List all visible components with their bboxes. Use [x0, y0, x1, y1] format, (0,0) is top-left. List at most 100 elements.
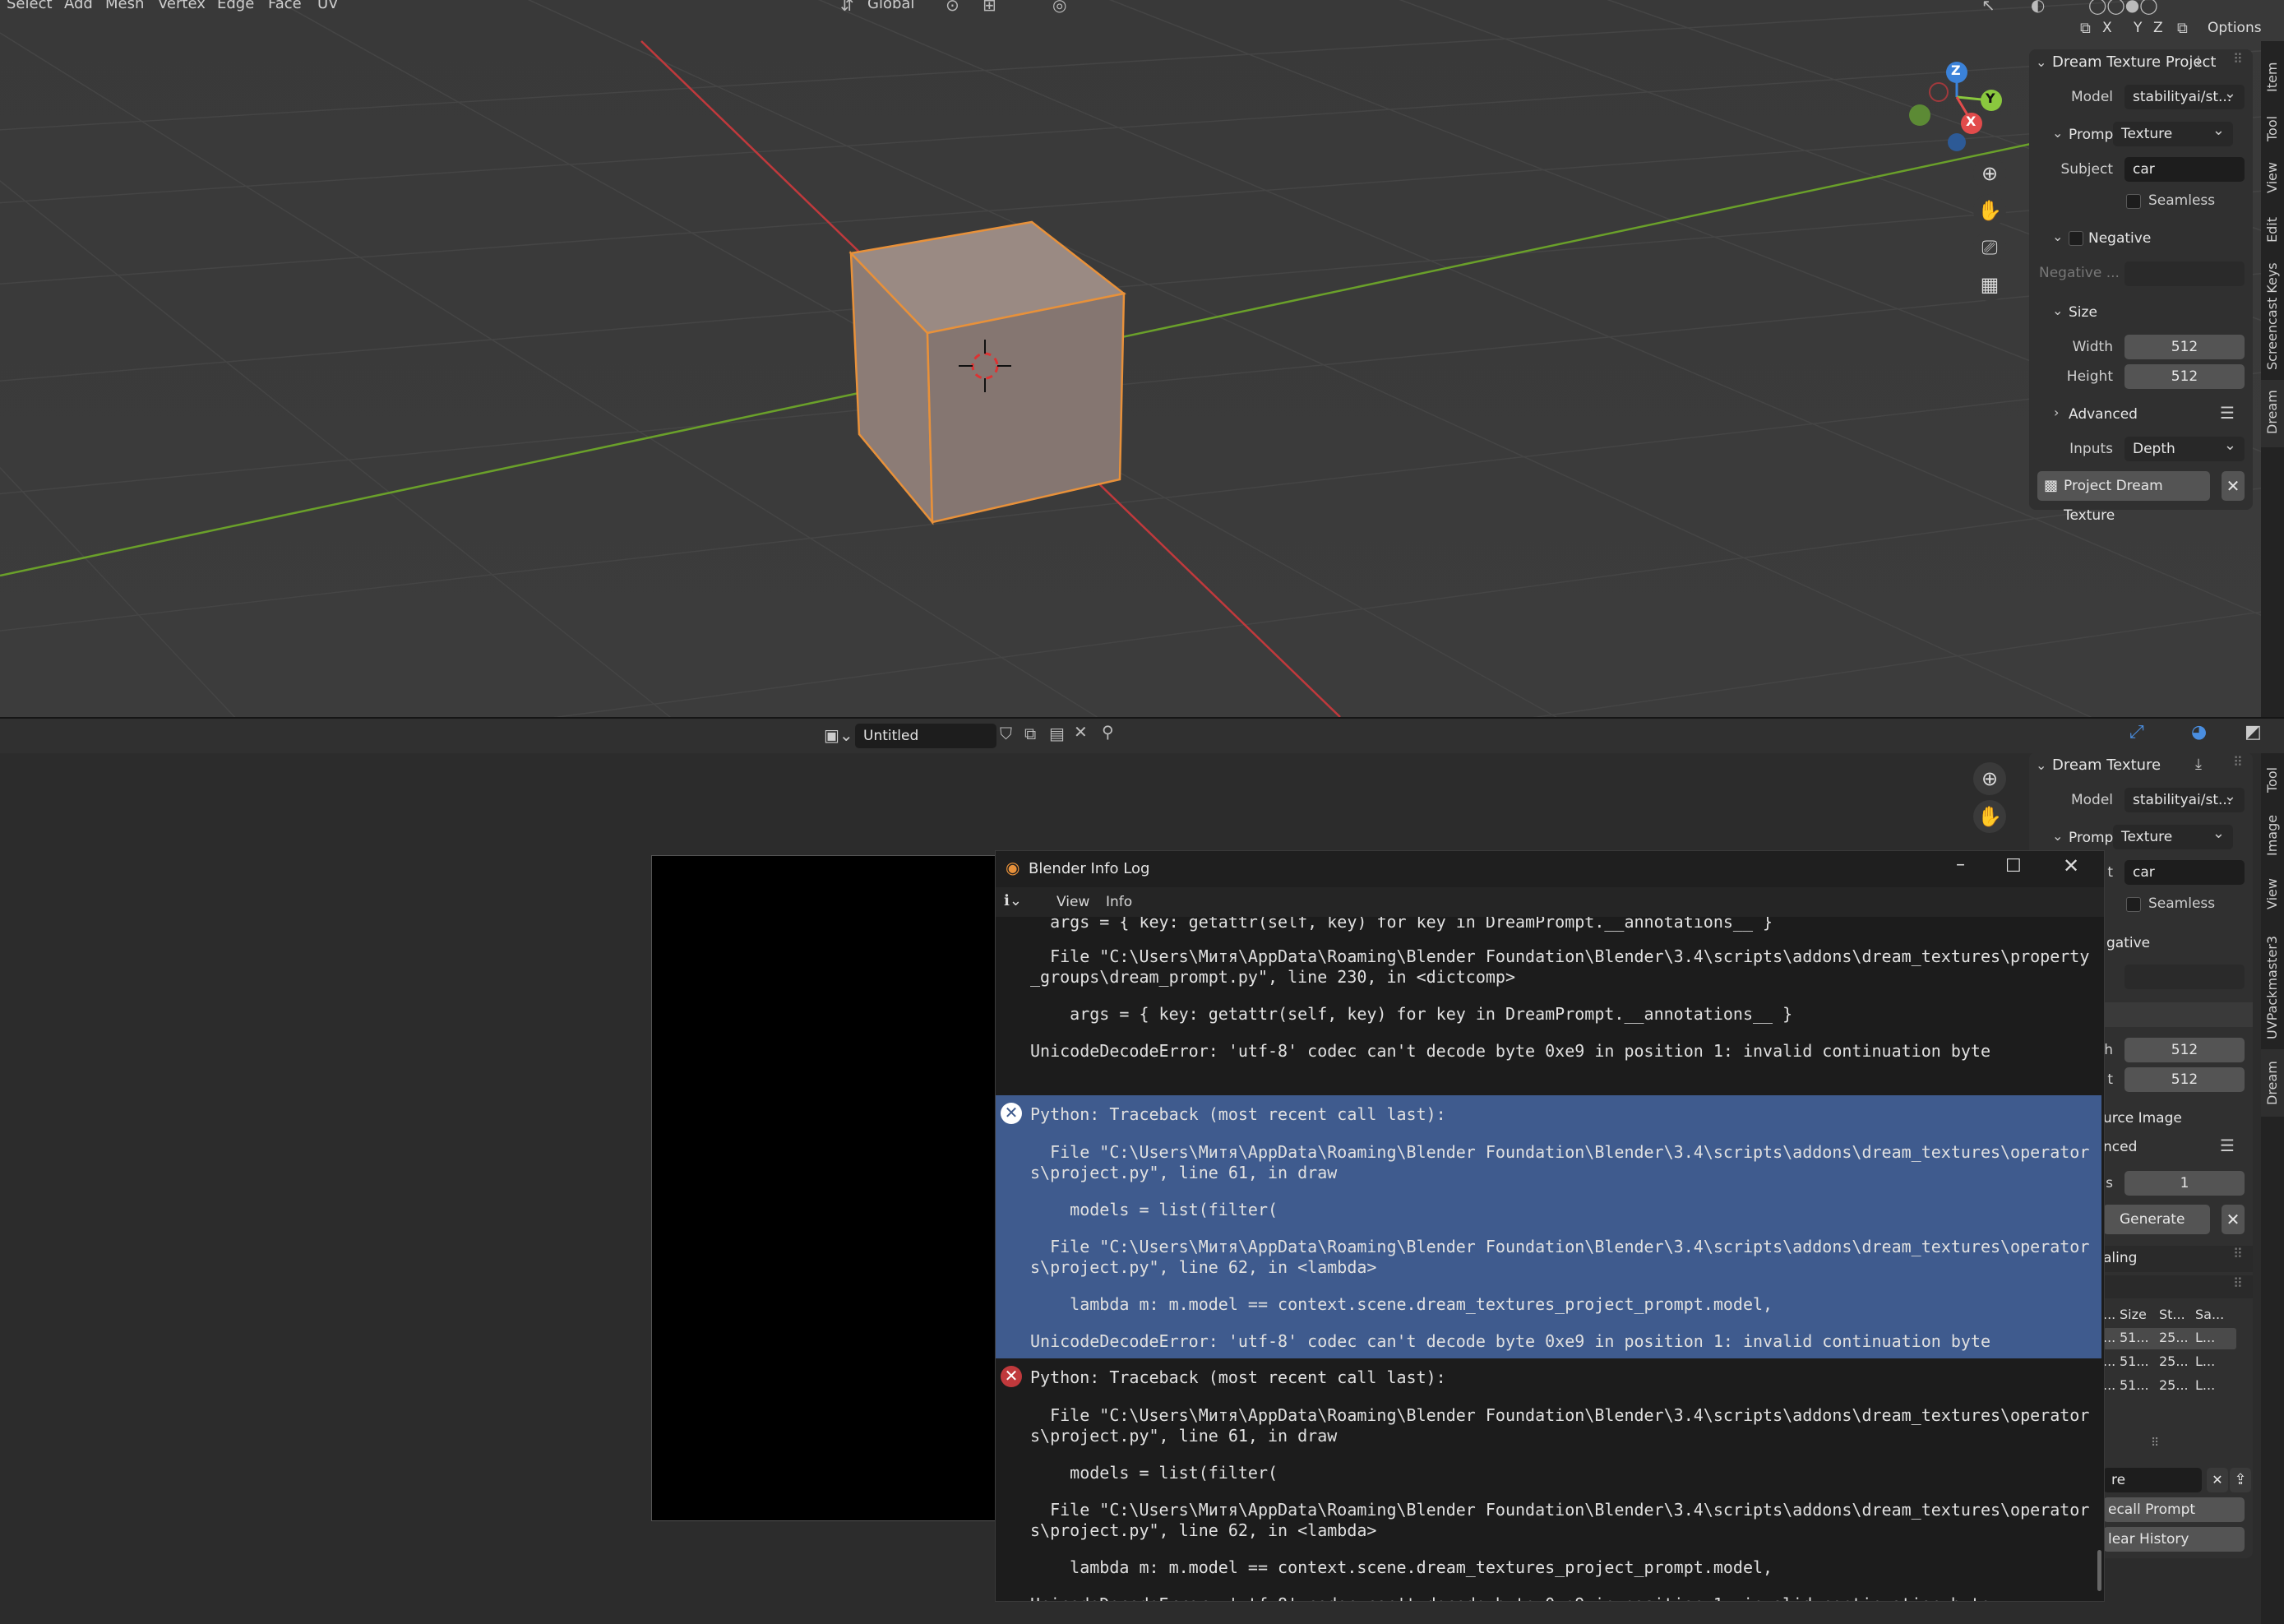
snapping-icon[interactable]: ⧉: [2177, 20, 2188, 37]
ie-collapse-chevron-icon[interactable]: ⌄: [2036, 757, 2046, 773]
axis-y-toggle[interactable]: Y: [2134, 20, 2142, 36]
ie-preset-download-icon[interactable]: ⤓: [2195, 756, 2202, 773]
maximize-icon[interactable]: ☐: [2005, 856, 2022, 877]
table-row[interactable]: ... 51... 25... L...: [2103, 1376, 2236, 1397]
minimize-icon[interactable]: –: [1956, 854, 1965, 875]
menu-add[interactable]: Add: [64, 0, 93, 12]
editor-type-icon[interactable]: ℹ⌄: [1004, 892, 1022, 909]
seamless-checkbox[interactable]: [2126, 194, 2141, 209]
shading-icons[interactable]: ◯◯●◯: [2088, 0, 2158, 15]
3d-viewport[interactable]: Z Y X Select Add Mesh Vertex Edge Face U…: [0, 0, 2284, 717]
ie-seamless-checkbox[interactable]: [2126, 897, 2141, 912]
cancel-generate-button[interactable]: ✕: [2222, 1205, 2245, 1234]
negative-prompt-input[interactable]: [2124, 261, 2245, 286]
ie-zoom-icon[interactable]: ⊕: [1973, 762, 2006, 795]
tab-uvpackmaster3[interactable]: UVPackmaster3: [2264, 936, 2280, 1039]
negative-chevron-icon[interactable]: ⌄: [2052, 229, 2063, 244]
menu-select[interactable]: Select: [7, 0, 53, 12]
image-browse-icon[interactable]: ▣⌄: [824, 725, 853, 745]
unlink-image-icon[interactable]: ✕: [1074, 722, 1088, 742]
tab-item[interactable]: Item: [2264, 62, 2280, 92]
tab-tool[interactable]: Tool: [2264, 116, 2280, 141]
ie-list-options-icon[interactable]: ☰: [2220, 1136, 2235, 1155]
ie-subject-input[interactable]: car: [2124, 860, 2245, 885]
ie-panel-title[interactable]: Dream Texture: [2052, 756, 2161, 774]
overlay-toggle-icon[interactable]: ◕: [2191, 722, 2207, 743]
ie-model-dropdown[interactable]: stabilityai/st...: [2124, 788, 2245, 812]
drag-handle-icon[interactable]: ⠿: [2233, 51, 2243, 67]
proportional-icon[interactable]: ◎: [1052, 0, 1066, 15]
ie-source-image-label[interactable]: urce Image: [2103, 1110, 2182, 1127]
image-name-field[interactable]: Untitled: [855, 724, 996, 748]
close-icon[interactable]: ✕: [2063, 854, 2079, 877]
ie-history-drag-icon[interactable]: ⠿: [2233, 1275, 2243, 1291]
recall-prompt-button[interactable]: ecall Prompt: [2103, 1497, 2245, 1522]
table-row[interactable]: ... 51... 25... L...: [2103, 1352, 2236, 1373]
ie-upscaling-drag-icon[interactable]: ⠿: [2233, 1246, 2243, 1261]
fake-user-shield-icon[interactable]: ⛉: [1000, 724, 1012, 743]
new-image-icon[interactable]: ⧉: [1024, 724, 1036, 743]
overlay-icon[interactable]: ◐: [2031, 0, 2045, 15]
ie-prompt-chevron-icon[interactable]: ⌄: [2052, 828, 2063, 844]
size-chevron-icon[interactable]: ⌄: [2052, 303, 2063, 318]
history-search-input[interactable]: re: [2103, 1468, 2202, 1492]
transform-orientation[interactable]: Global: [867, 0, 914, 12]
select-tool-icon[interactable]: ↖: [1981, 0, 1995, 15]
axis-z-toggle[interactable]: Z: [2153, 20, 2163, 36]
export-icon[interactable]: ⇪: [2230, 1468, 2251, 1492]
ie-advanced-label[interactable]: nced: [2103, 1139, 2137, 1155]
ie-width-field[interactable]: 512: [2124, 1038, 2245, 1062]
advanced-label[interactable]: Advanced: [2069, 406, 2138, 423]
generate-button[interactable]: Generate: [2103, 1205, 2210, 1234]
tab-view[interactable]: View: [2264, 878, 2280, 909]
window-titlebar[interactable]: ◉ Blender Info Log – ☐ ✕: [996, 851, 2104, 887]
zoom-icon[interactable]: ⊕: [1973, 157, 2006, 190]
open-folder-icon[interactable]: ▤: [1049, 724, 1065, 743]
ie-iterations-field[interactable]: 1: [2124, 1171, 2245, 1196]
list-resize-handle-icon[interactable]: ⠿: [2151, 1437, 2159, 1450]
menu-vertex[interactable]: Vertex: [158, 0, 206, 12]
inputs-dropdown[interactable]: Depth: [2124, 437, 2245, 461]
ie-height-field[interactable]: 512: [2124, 1067, 2245, 1092]
width-field[interactable]: 512: [2124, 335, 2245, 359]
tab-tool[interactable]: Tool: [2264, 767, 2280, 793]
clear-search-icon[interactable]: ✕: [2207, 1468, 2228, 1492]
menu-view[interactable]: View: [1056, 894, 1089, 910]
display-channels-icon[interactable]: ◩: [2245, 722, 2262, 743]
menu-face[interactable]: Face: [268, 0, 302, 12]
menu-edge[interactable]: Edge: [217, 0, 254, 12]
tab-dream[interactable]: Dream: [2264, 390, 2280, 434]
camera-icon[interactable]: ⎚: [1973, 231, 2006, 264]
ie-drag-handle-icon[interactable]: ⠿: [2233, 754, 2243, 770]
list-options-icon[interactable]: ☰: [2220, 403, 2235, 423]
table-row[interactable]: ... 51... 25... L...: [2103, 1328, 2236, 1349]
options-dropdown[interactable]: Options: [2208, 20, 2262, 36]
menu-info[interactable]: Info: [1106, 894, 1132, 910]
tab-image[interactable]: Image: [2264, 815, 2280, 856]
negative-checkbox[interactable]: [2069, 231, 2083, 246]
log-content[interactable]: args = { key: getattr(self, key) for key…: [996, 917, 2104, 1601]
menu-uv[interactable]: UV: [317, 0, 339, 12]
pan-hand-icon[interactable]: ✋: [1973, 194, 2006, 227]
image-canvas[interactable]: [651, 855, 1005, 1521]
height-field[interactable]: 512: [2124, 364, 2245, 389]
info-log-window[interactable]: ◉ Blender Info Log – ☐ ✕ ℹ⌄ View Info ar…: [995, 850, 2105, 1602]
ie-prompt-preset-dropdown[interactable]: Texture: [2113, 825, 2233, 849]
log-scrollbar[interactable]: [2097, 1550, 2101, 1591]
tab-dream[interactable]: Dream: [2264, 1061, 2280, 1105]
prompt-preset-dropdown[interactable]: Texture: [2113, 122, 2233, 146]
menu-mesh[interactable]: Mesh: [105, 0, 144, 12]
model-dropdown[interactable]: stabilityai/st...: [2124, 85, 2245, 109]
selected-log-entry[interactable]: [996, 1095, 2101, 1358]
ie-negative-input[interactable]: [2124, 965, 2245, 989]
gizmo-toggle-icon[interactable]: ⤢: [2129, 722, 2144, 743]
ie-pan-hand-icon[interactable]: ✋: [1973, 800, 2006, 833]
pivot-icon[interactable]: ⊙: [946, 0, 959, 15]
prompt-chevron-icon[interactable]: ⌄: [2052, 125, 2063, 141]
subject-input[interactable]: car: [2124, 157, 2245, 182]
advanced-chevron-icon[interactable]: ›: [2054, 405, 2059, 420]
snap-icon[interactable]: ⊞: [982, 0, 996, 15]
project-dream-texture-button[interactable]: ▩ Project Dream Texture: [2037, 471, 2210, 524]
tab-view[interactable]: View: [2264, 162, 2280, 193]
panel-title[interactable]: Dream Texture Project: [2052, 53, 2216, 71]
